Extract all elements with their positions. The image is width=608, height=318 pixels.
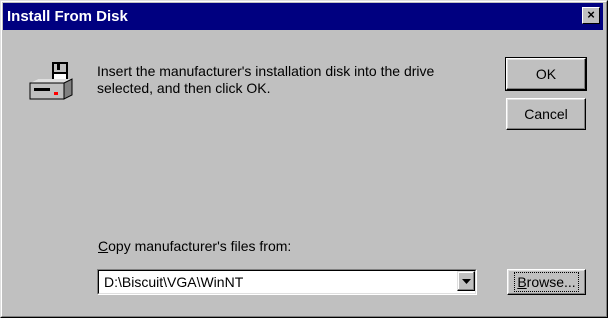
dropdown-button[interactable] bbox=[457, 271, 475, 291]
browse-button-label: Browse... bbox=[514, 272, 579, 292]
close-icon: × bbox=[587, 7, 595, 22]
title-bar[interactable]: Install From Disk × bbox=[3, 3, 603, 30]
close-button[interactable]: × bbox=[582, 7, 600, 24]
combobox-frame: D:\Biscuit\VGA\WinNT bbox=[98, 270, 476, 294]
browse-label-hotkey: B bbox=[517, 274, 527, 290]
instruction-text: Insert the manufacturer's installation d… bbox=[97, 63, 435, 96]
copy-from-path[interactable]: D:\Biscuit\VGA\WinNT bbox=[104, 274, 243, 290]
copy-from-label: Copy manufacturer's files from: bbox=[98, 238, 291, 254]
cancel-button-label: Cancel bbox=[524, 106, 568, 122]
browse-label-rest: rowse... bbox=[526, 274, 576, 290]
copy-from-label-hotkey: C bbox=[98, 238, 109, 254]
copy-from-combobox[interactable]: D:\Biscuit\VGA\WinNT bbox=[97, 269, 477, 295]
install-from-disk-dialog: Install From Disk × Insert the manufactu… bbox=[0, 0, 608, 318]
ok-button[interactable]: OK bbox=[505, 57, 587, 91]
chevron-down-icon bbox=[462, 279, 471, 284]
dialog-title: Install From Disk bbox=[7, 8, 128, 25]
browse-button[interactable]: Browse... bbox=[507, 269, 586, 295]
cancel-button[interactable]: Cancel bbox=[506, 98, 586, 130]
floppy-drive-icon bbox=[29, 62, 73, 100]
copy-from-label-rest: opy manufacturer's files from: bbox=[108, 238, 292, 254]
ok-button-label: OK bbox=[535, 66, 557, 82]
